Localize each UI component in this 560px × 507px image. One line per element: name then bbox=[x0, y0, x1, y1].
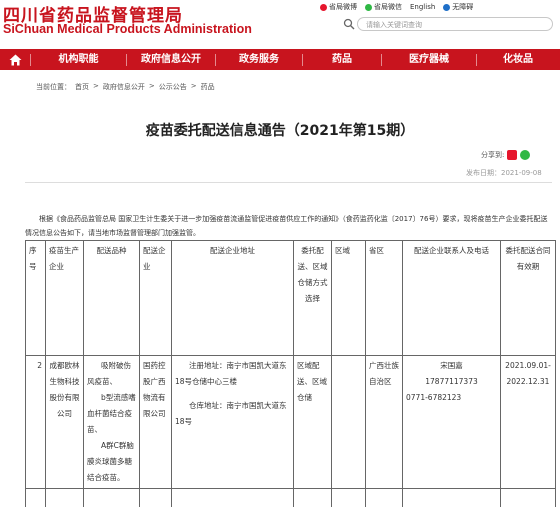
top-links: 省局微博 省局微信 English 无障碍 bbox=[320, 2, 473, 12]
breadcrumb-separator: > bbox=[190, 82, 197, 90]
table-cell-province: 广西壮族自治区 bbox=[365, 355, 403, 489]
table-cell bbox=[293, 488, 332, 507]
contact-mobile: 17877117373 bbox=[425, 377, 478, 386]
top-link-english[interactable]: English bbox=[410, 3, 435, 11]
contact-phone: 0771-6782123 bbox=[406, 393, 462, 402]
top-link-wechat[interactable]: 省局微信 bbox=[365, 2, 402, 12]
table-header-cell: 序号 bbox=[25, 240, 46, 356]
table-cell-company: 成都欧林生物科技股份有限公司 bbox=[45, 355, 84, 489]
breadcrumb-home[interactable]: 首页 bbox=[75, 82, 89, 92]
nav-item-services[interactable]: 政务服务 bbox=[216, 49, 302, 70]
search-box bbox=[357, 17, 553, 31]
table-cell bbox=[171, 488, 294, 507]
publish-date-value: 2021-09-08 bbox=[501, 169, 542, 177]
product-item: b型流感嗜血杆菌结合疫苗、 bbox=[87, 393, 136, 434]
table-header-cell: 委托配送合同有效期 bbox=[500, 240, 556, 356]
table-cell bbox=[139, 488, 172, 507]
table-header-cell: 疫苗生产企业 bbox=[45, 240, 84, 356]
weibo-share-icon[interactable] bbox=[507, 150, 518, 160]
table-cell-products: 吸附破伤风疫苗、 b型流感嗜血杆菌结合疫苗、 A群C群脑膜炎球菌多糖结合疫苗。 bbox=[83, 355, 140, 489]
article-title: 疫苗委托配送信息通告（2021年第15期） bbox=[145, 123, 415, 139]
site-header: 四川省药品监督管理局 SiChuan Medical Products Admi… bbox=[0, 0, 560, 44]
table-cell-no: 2 bbox=[25, 355, 46, 489]
table-cell-validity: 2021.09.01-2022.12.31 bbox=[500, 355, 556, 489]
product-item: 吸附破伤风疫苗、 bbox=[87, 361, 131, 386]
site-logo-en[interactable]: SiChuan Medical Products Administration bbox=[3, 22, 252, 36]
weibo-icon bbox=[320, 3, 327, 11]
nav-item-devices[interactable]: 医疗器械 bbox=[382, 49, 476, 70]
table-header-cell: 配送品种 bbox=[83, 240, 140, 356]
home-icon bbox=[9, 54, 21, 65]
search-input[interactable] bbox=[366, 19, 526, 30]
search-icon[interactable] bbox=[343, 18, 355, 30]
table-cell-address: 注册地址：南宁市国凯大道东18号仓储中心三楼 仓库地址：南宁市国凯大道东18号 bbox=[171, 355, 294, 489]
nav-home[interactable] bbox=[0, 49, 30, 70]
table-cell bbox=[331, 488, 366, 507]
table-row: 2 成都欧林生物科技股份有限公司 吸附破伤风疫苗、 b型流感嗜血杆菌结合疫苗、 … bbox=[25, 355, 556, 489]
table-header-cell: 省区 bbox=[365, 240, 403, 356]
publish-date-label: 发布日期： bbox=[466, 169, 501, 177]
table-cell-mode: 区域配送、区域仓储 bbox=[293, 355, 332, 489]
breadcrumb-drugs[interactable]: 药品 bbox=[201, 82, 215, 92]
top-link-accessibility[interactable]: 无障碍 bbox=[443, 2, 473, 12]
nav-item-cosmetics[interactable]: 化妆品 bbox=[477, 49, 559, 70]
table-header-cell: 委托配送、区域仓储方式选择 bbox=[293, 240, 332, 356]
table-cell bbox=[402, 488, 501, 507]
table-cell-contact: 宋国嘉 17877117373 0771-6782123 bbox=[402, 355, 501, 489]
top-link-weibo-label: 省局微博 bbox=[329, 3, 357, 11]
wechat-icon bbox=[365, 3, 372, 11]
share-bar: 分享到: bbox=[481, 150, 531, 160]
table-cell bbox=[500, 488, 556, 507]
nav-item-drugs[interactable]: 药品 bbox=[303, 49, 381, 70]
breadcrumb-separator: > bbox=[93, 82, 99, 90]
table-cell-distributor: 国药控股广西物流有限公司 bbox=[139, 355, 172, 489]
warehouse-address: 仓库地址：南宁市国凯大道东18号 bbox=[175, 401, 287, 426]
table-row bbox=[25, 488, 556, 507]
breadcrumb-separator: > bbox=[148, 82, 155, 90]
table-header-cell: 配送企业联系人及电话 bbox=[402, 240, 501, 356]
registered-address: 注册地址：南宁市国凯大道东18号仓储中心三楼 bbox=[175, 361, 287, 386]
breadcrumb-prefix: 当前位置： bbox=[36, 83, 71, 91]
accessibility-icon bbox=[443, 3, 451, 11]
breadcrumb-notices[interactable]: 公示公告 bbox=[159, 82, 187, 92]
table-cell bbox=[83, 488, 140, 507]
title-divider bbox=[25, 182, 552, 183]
table-header-row: 序号 疫苗生产企业 配送品种 配送企业 配送企业地址 委托配送、区域仓储方式选择… bbox=[25, 240, 556, 356]
vaccine-distribution-table: 序号 疫苗生产企业 配送品种 配送企业 配送企业地址 委托配送、区域仓储方式选择… bbox=[25, 240, 556, 507]
contact-name: 宋国嘉 bbox=[440, 361, 463, 370]
top-link-english-label: English bbox=[410, 3, 436, 11]
top-link-accessibility-label: 无障碍 bbox=[452, 3, 474, 11]
breadcrumb: 当前位置： 首页 > 政府信息公开 > 公示公告 > 药品 bbox=[36, 82, 215, 92]
wechat-share-icon[interactable] bbox=[520, 150, 531, 160]
nav-item-functions[interactable]: 机构职能 bbox=[31, 49, 126, 70]
table-cell bbox=[25, 488, 46, 507]
table-cell bbox=[45, 488, 84, 507]
table-cell-region bbox=[331, 355, 366, 489]
publish-date: 发布日期：2021-09-08 bbox=[466, 168, 542, 178]
main-nav: 机构职能 政府信息公开 政务服务 药品 医疗器械 化妆品 bbox=[0, 49, 560, 70]
share-label: 分享到: bbox=[481, 151, 505, 159]
table-header-cell: 配送企业 bbox=[139, 240, 172, 356]
product-item: A群C群脑膜炎球菌多糖结合疫苗。 bbox=[87, 441, 134, 482]
table-header-cell: 配送企业地址 bbox=[171, 240, 294, 356]
article-intro: 根据《食品药品监管总局 国家卫生计生委关于进一步加强疫苗流通监管促进疫苗供应工作… bbox=[25, 215, 548, 237]
top-link-wechat-label: 省局微信 bbox=[374, 3, 402, 11]
table-header-cell: 区域 bbox=[331, 240, 366, 356]
top-link-weibo[interactable]: 省局微博 bbox=[320, 2, 357, 12]
breadcrumb-gov-info[interactable]: 政府信息公开 bbox=[103, 82, 145, 92]
nav-item-gov-info[interactable]: 政府信息公开 bbox=[127, 49, 215, 70]
table-cell bbox=[365, 488, 403, 507]
